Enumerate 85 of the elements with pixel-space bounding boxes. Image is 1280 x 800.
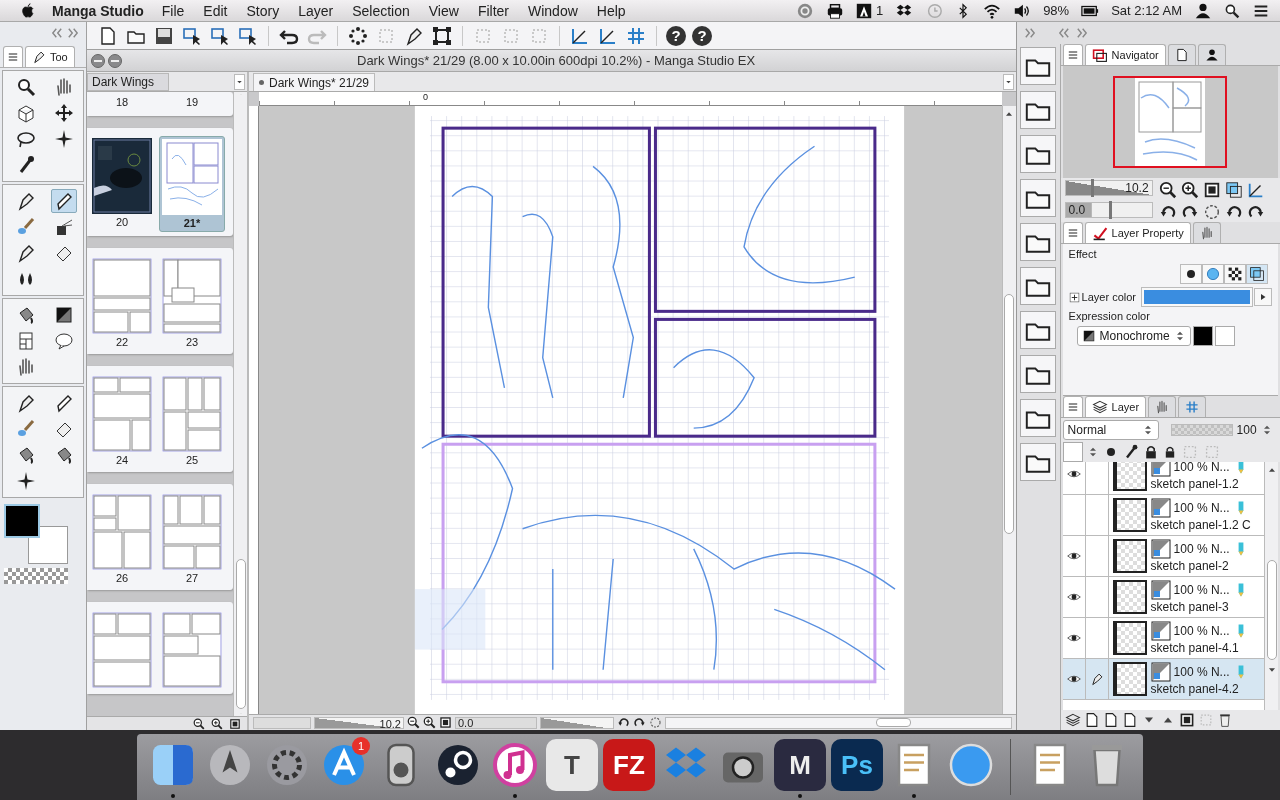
page-thumbnail-item[interactable]: 23 xyxy=(159,256,225,350)
update-count: 1 xyxy=(875,3,884,18)
page-number: 22 xyxy=(115,336,129,348)
page-thumbnail-item[interactable]: 25 xyxy=(159,374,225,468)
section-label: Expression color xyxy=(1068,310,1151,322)
menu-item[interactable]: Window xyxy=(528,2,578,19)
menu-item[interactable]: Layer xyxy=(298,2,334,19)
layer-row[interactable]: 100 % N... sketch panel-1.2 C xyxy=(1062,495,1264,536)
page-thumbnail-item[interactable]: 19 xyxy=(159,94,225,112)
page-number: 24 xyxy=(115,454,129,466)
layer-row[interactable]: 100 % N... sketch panel-2 xyxy=(1062,536,1264,577)
ruler-label: 0 xyxy=(423,92,428,104)
layer-row[interactable]: 100 % N... sketch panel-3 xyxy=(1062,577,1264,618)
page-number: 26 xyxy=(115,572,129,584)
clock-time: Sat 2:12 AM xyxy=(1111,3,1182,18)
tab-label: Too xyxy=(50,51,68,63)
layer-info: 100 % N... xyxy=(1173,462,1230,474)
layer-info: 100 % N... xyxy=(1173,624,1230,638)
dock-app-icon[interactable]: T xyxy=(546,739,598,791)
tab-label: Layer xyxy=(1111,401,1140,413)
mode-select[interactable]: Monochrome xyxy=(1076,326,1191,346)
field-label: Layer color xyxy=(1081,291,1136,303)
layer-name: sketch panel-1.2 C xyxy=(1150,518,1251,532)
window-title: Dark Wings* 21/29 (8.00 x 10.00in 600dpi 10.2%) - Manga Studio EX xyxy=(357,53,756,68)
dock-app-icon[interactable]: Ps xyxy=(831,739,883,791)
document-tab[interactable]: Dark Wings* 21/29 xyxy=(253,73,376,91)
opacity-value: 100 xyxy=(1236,423,1257,437)
blend-mode-select[interactable]: Normal xyxy=(1062,420,1159,440)
page-thumbnail-item[interactable]: 18 xyxy=(89,94,155,112)
menu-item[interactable]: Filter xyxy=(477,2,509,19)
app-menu[interactable]: Manga Studio xyxy=(52,2,144,19)
menu-item[interactable]: File xyxy=(161,2,185,19)
layer-row[interactable]: 100 % N... sketch panel-1.2 xyxy=(1062,462,1264,495)
help-button[interactable]: ? xyxy=(666,25,686,46)
dock-app-icon[interactable]: M xyxy=(774,739,826,791)
layer-tab[interactable]: Layer xyxy=(1084,396,1147,417)
page-number: 23 xyxy=(185,336,199,348)
layer-name: sketch panel-2 xyxy=(1150,559,1230,573)
page-thumbnail-item[interactable]: 21* xyxy=(159,136,225,232)
page-number: 18 xyxy=(115,96,129,108)
layer-row[interactable]: 100 % N... sketch panel-4.2 xyxy=(1062,659,1264,700)
slider[interactable]: 10.2 xyxy=(1064,180,1153,196)
tab-label: Layer Property xyxy=(1111,227,1184,239)
page-thumbnail-item[interactable]: 24 xyxy=(89,374,155,468)
page-number: 27 xyxy=(185,572,199,584)
page-number: 25 xyxy=(185,454,199,466)
battery-percent: 98% xyxy=(1043,3,1070,18)
page-thumbnail-item[interactable]: 22 xyxy=(89,256,155,350)
navigator-tab[interactable]: Navigator xyxy=(1084,44,1166,65)
layer-info: 100 % N... xyxy=(1173,665,1230,679)
page-thumbnail-item[interactable]: 27 xyxy=(159,492,225,586)
page-number: 19 xyxy=(185,96,199,108)
menu-item[interactable]: Edit xyxy=(203,2,228,19)
tool-tab[interactable]: Too xyxy=(25,46,75,67)
layer-property-tab[interactable]: Layer Property xyxy=(1084,222,1191,243)
layer-name: sketch panel-4.2 xyxy=(1150,682,1240,696)
help-button[interactable]: ? xyxy=(692,25,712,46)
notification-badge: 1 xyxy=(352,737,370,755)
layer-name: sketch panel-3 xyxy=(1150,600,1230,614)
menu-item[interactable]: View xyxy=(428,2,459,19)
rotation-field[interactable]: 0.0 xyxy=(455,716,537,729)
layer-info: 100 % N... xyxy=(1173,583,1230,597)
story-tab[interactable]: Dark Wings xyxy=(87,72,169,91)
slider-value: 10.2 xyxy=(379,717,401,730)
select-value: Normal xyxy=(1067,423,1107,437)
page-thumbnail-item[interactable]: 20 xyxy=(89,136,155,232)
tab-label: Navigator xyxy=(1111,49,1159,61)
select-value: Monochrome xyxy=(1099,329,1170,343)
zoom-slider[interactable]: 10.2 xyxy=(314,716,404,729)
page-number: 20 xyxy=(115,216,129,228)
page-number: 21* xyxy=(183,217,201,229)
menu-item[interactable]: Help xyxy=(596,2,626,19)
slider-value: 10.2 xyxy=(1125,181,1149,195)
section-label: Effect xyxy=(1068,248,1098,260)
layer-name: sketch panel-1.2 xyxy=(1150,477,1240,491)
menu-item[interactable]: Story xyxy=(246,2,280,19)
layer-info: 100 % N... xyxy=(1173,542,1230,556)
layer-info: 100 % N... xyxy=(1173,501,1230,515)
slider[interactable]: 0.0 xyxy=(1064,202,1153,218)
tab-label: Dark Wings* 21/29 xyxy=(269,75,370,90)
dock-app-icon[interactable]: FZ xyxy=(603,739,655,791)
slider-value: 0.0 xyxy=(1068,203,1086,217)
layer-name: sketch panel-4.1 xyxy=(1150,641,1240,655)
page-thumbnail-item[interactable]: 26 xyxy=(89,492,155,586)
menu-item[interactable]: Selection xyxy=(352,2,410,19)
